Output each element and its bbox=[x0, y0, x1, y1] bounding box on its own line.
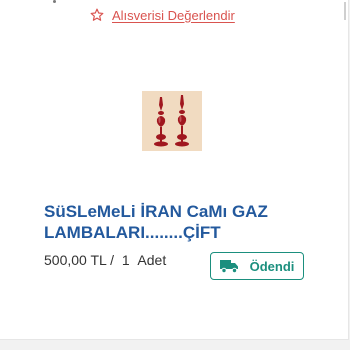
price-quantity: 500,00 TL / 1 Adet bbox=[44, 252, 166, 268]
scroll-indicator bbox=[344, 2, 346, 20]
product-image[interactable] bbox=[142, 91, 202, 151]
rate-purchase-label[interactable]: Alısverisi Değerlendir bbox=[112, 8, 235, 23]
divider-dot bbox=[53, 0, 56, 3]
product-title[interactable]: SüSLeMeLi İRAN CaMı GAZ LAMBALARI.......… bbox=[44, 201, 324, 243]
truck-icon bbox=[219, 259, 238, 273]
order-item-card: Alısverisi Değerlendir SüSLeMeLi İRAN Ca… bbox=[0, 0, 349, 340]
quantity-value: 1 bbox=[121, 252, 130, 268]
payment-status-badge[interactable]: Ödendi bbox=[210, 252, 304, 280]
quantity-unit: Adet bbox=[137, 252, 167, 268]
star-outline-icon bbox=[90, 8, 104, 22]
price-separator: / bbox=[110, 252, 115, 268]
price-value: 500,00 TL bbox=[44, 252, 107, 268]
payment-status-label: Ödendi bbox=[249, 258, 295, 274]
rate-purchase-link[interactable]: Alısverisi Değerlendir bbox=[90, 5, 235, 25]
